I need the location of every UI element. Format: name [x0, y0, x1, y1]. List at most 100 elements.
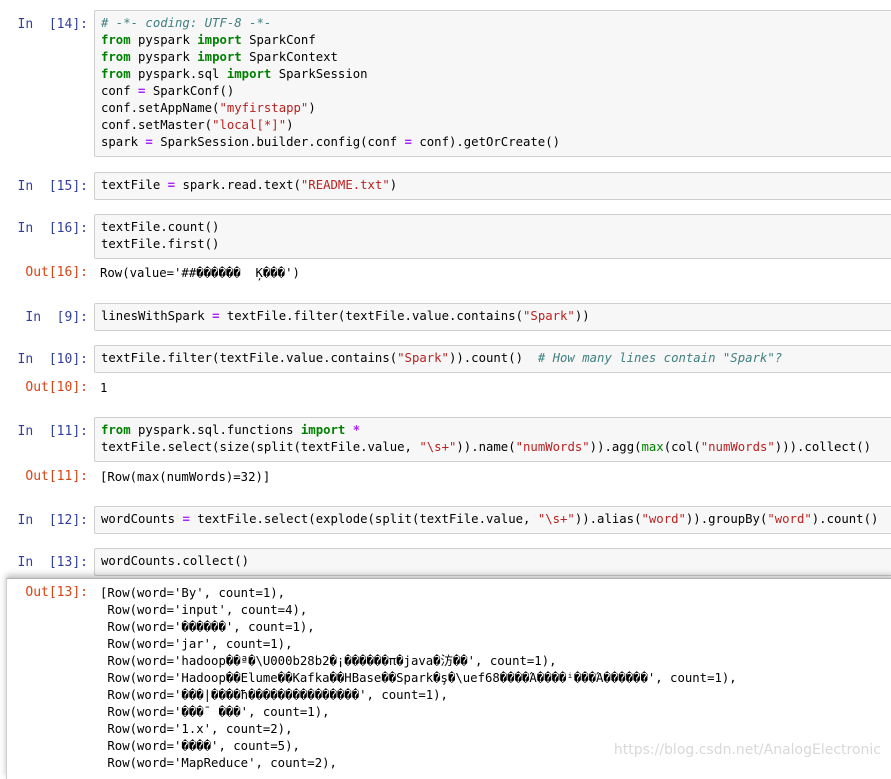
code-line: conf.setAppName("myfirstapp")	[101, 100, 886, 117]
input-prompt-11: In [11]:	[17, 424, 88, 439]
code-token: import	[300, 423, 346, 437]
code-line: textFile = spark.read.text("README.txt")	[101, 177, 886, 194]
output-line: Row(word='MapReduce', count=2),	[100, 756, 337, 770]
code-token: pyspark.sql	[130, 67, 227, 81]
code-token: textFile.select(explode(split(textFile.v…	[189, 512, 538, 526]
input-prompt-15: In [15]:	[17, 179, 88, 194]
output-line: Row(word='input', count=4),	[100, 603, 308, 617]
code-token: spark.read.text(	[175, 178, 301, 192]
code-token: textFile	[101, 178, 168, 192]
code-line: from pyspark import SparkContext	[101, 49, 886, 66]
code-token: ))	[574, 309, 590, 323]
output-line: Row(word='������', count=1),	[100, 620, 315, 634]
code-token: =	[404, 135, 412, 149]
code-cell-14[interactable]: # -*- coding: UTF-8 -*- from pyspark impo…	[94, 10, 891, 157]
code-token: pyspark	[130, 50, 198, 64]
code-token: )	[308, 101, 316, 115]
code-token: textFile.first()	[101, 237, 220, 251]
output-area-13: [Row(word='By', count=1), Row(word='inpu…	[100, 585, 891, 772]
code-token: )	[286, 118, 294, 132]
code-cell-9[interactable]: linesWithSpark = textFile.filter(textFil…	[94, 303, 891, 331]
code-token: "word"	[767, 512, 812, 526]
output-area-11: [Row(max(numWords)=32)]	[100, 469, 891, 486]
code-token: =	[167, 178, 176, 192]
output-line: Row(word='���|����ħ���������������', cou…	[100, 688, 448, 702]
code-token: conf	[101, 84, 139, 98]
code-token: "\s+"	[419, 440, 457, 454]
code-token: textFile.select(size(split(textFile.valu…	[101, 440, 420, 454]
code-line: spark = SparkSession.builder.config(conf…	[101, 134, 886, 151]
code-token: from	[101, 67, 131, 81]
code-token: "Spark"	[397, 351, 449, 365]
code-token: "myfirstapp"	[219, 101, 309, 115]
output-prompt-13: Out[13]:	[25, 585, 88, 600]
code-cell-13[interactable]: wordCounts.collect()	[94, 548, 891, 576]
output-area-16: Row(value='##������ Ķ���')	[100, 265, 891, 282]
code-token: *	[352, 423, 361, 437]
code-token: "numWords"	[515, 440, 590, 454]
code-token: # -*- coding: UTF-8 -*-	[101, 16, 272, 30]
code-line: textFile.count()	[101, 219, 886, 236]
code-line: textFile.select(size(split(textFile.valu…	[101, 439, 886, 456]
code-token: textFile.count()	[101, 220, 220, 234]
code-cell-10[interactable]: textFile.filter(textFile.value.contains(…	[94, 345, 891, 373]
code-token: )).alias(	[574, 512, 642, 526]
code-token: )).groupBy(	[685, 512, 768, 526]
output-prompt-11: Out[11]:	[25, 469, 88, 484]
code-token: conf.setMaster(	[101, 118, 213, 132]
code-token: import	[226, 67, 272, 81]
code-token: wordCounts	[101, 512, 183, 526]
code-line: textFile.filter(textFile.value.contains(…	[101, 350, 886, 367]
input-prompt-16: In [16]:	[17, 221, 88, 236]
code-token: ).count()	[811, 512, 879, 526]
input-prompt-14: In [14]:	[17, 17, 88, 32]
code-token: SparkConf	[241, 33, 316, 47]
code-token: "\s+"	[537, 512, 575, 526]
code-token: =	[145, 135, 153, 149]
code-line: linesWithSpark = textFile.filter(textFil…	[101, 308, 886, 325]
code-token: textFile.filter(textFile.value.contains(	[219, 309, 524, 323]
code-cell-15[interactable]: textFile = spark.read.text("README.txt")	[94, 172, 891, 200]
input-prompt-10: In [10]:	[17, 352, 88, 367]
code-token: SparkContext	[241, 50, 338, 64]
code-token: conf).getOrCreate()	[411, 135, 561, 149]
code-token: from	[101, 33, 131, 47]
code-token: "local[*]"	[212, 118, 287, 132]
code-cell-16[interactable]: textFile.count() textFile.first()	[94, 214, 891, 259]
code-token: )).agg(	[589, 440, 642, 454]
code-token: pyspark.sql.functions	[130, 423, 301, 437]
code-line: from pyspark import SparkConf	[101, 32, 886, 49]
code-token: =	[182, 512, 190, 526]
input-prompt-12: In [12]:	[17, 513, 88, 528]
code-token: import	[197, 33, 242, 47]
code-token: max	[641, 440, 664, 454]
input-prompt-13: In [13]:	[17, 555, 88, 570]
code-token: "Spark"	[523, 309, 575, 323]
output-area-10: 1	[100, 380, 891, 397]
code-token: # How many lines contain "Spark"?	[537, 351, 783, 365]
output-prompt-10: Out[10]:	[25, 380, 88, 395]
code-token: )	[389, 178, 398, 192]
code-token: linesWithSpark	[101, 309, 213, 323]
code-token: from	[101, 50, 131, 64]
output-line: [Row(word='By', count=1),	[100, 586, 286, 600]
code-token: SparkSession	[271, 67, 368, 81]
code-token: ))).collect()	[774, 440, 872, 454]
output-line: Row(word='jar', count=1),	[100, 637, 293, 651]
output-line: Row(word='���¯ ���', count=1),	[100, 705, 330, 719]
code-cell-12[interactable]: wordCounts = textFile.select(explode(spl…	[94, 506, 891, 534]
code-token: )).name(	[456, 440, 516, 454]
code-token: wordCounts.collect()	[101, 554, 250, 568]
code-cell-11[interactable]: from pyspark.sql.functions import * textF…	[94, 417, 891, 462]
input-prompt-9: In [9]:	[25, 310, 88, 325]
code-line: conf = SparkConf()	[101, 83, 886, 100]
code-line: from pyspark.sql.functions import *	[101, 422, 886, 439]
output-line: Row(word='1.x', count=2),	[100, 722, 293, 736]
code-line: from pyspark.sql import SparkSession	[101, 66, 886, 83]
code-line: # -*- coding: UTF-8 -*-	[101, 15, 886, 32]
code-token: pyspark	[130, 33, 198, 47]
output-line: 1	[100, 381, 108, 395]
code-line: wordCounts.collect()	[101, 553, 886, 570]
output-line: [Row(max(numWords)=32)]	[100, 470, 271, 484]
